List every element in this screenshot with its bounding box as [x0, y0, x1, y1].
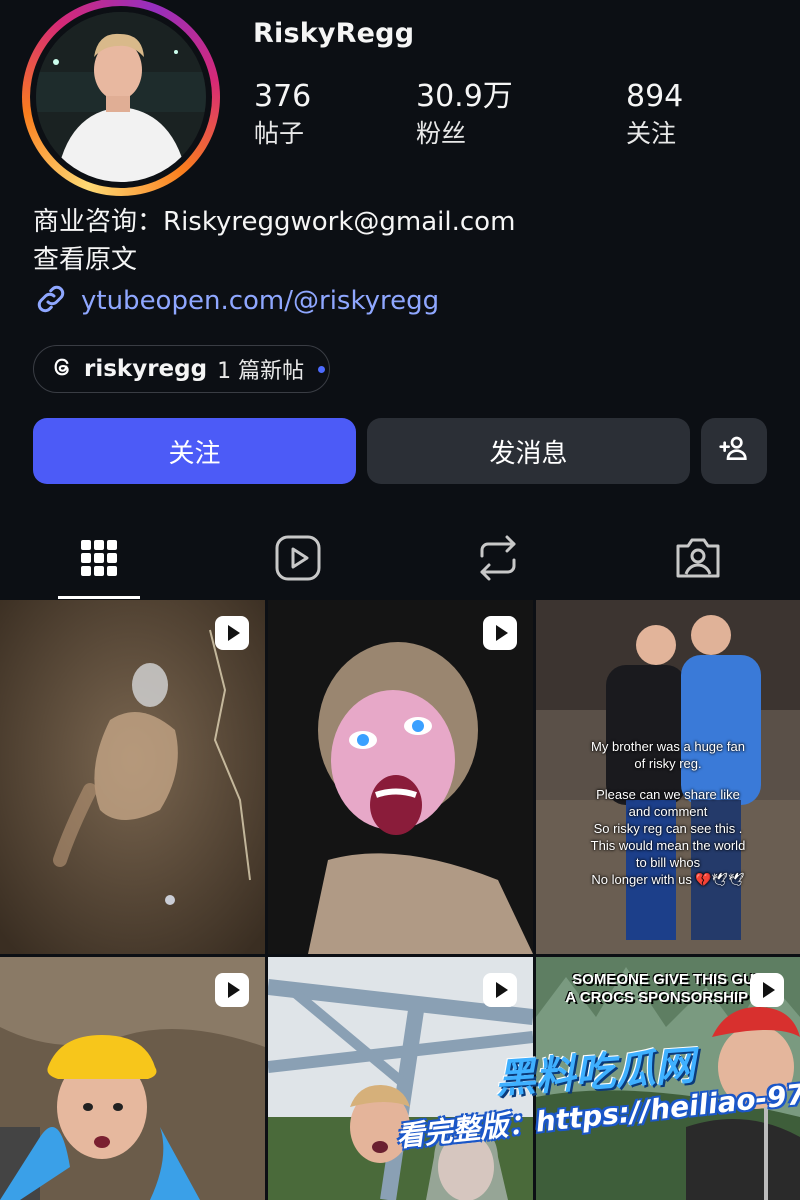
story-ring[interactable] [22, 0, 220, 196]
post-image-mud-face [268, 600, 533, 954]
stat-following[interactable]: 894 关注 [626, 78, 683, 152]
post-caption-overlay: My brother was a huge fan of risky reg. … [590, 739, 746, 887]
stat-following-value: 894 [626, 79, 684, 114]
reels-icon [274, 534, 322, 586]
threads-icon [52, 356, 74, 382]
tagged-icon [674, 534, 722, 586]
profile-link-text: ytubeopen.com/@riskyregg [81, 286, 440, 316]
stat-following-label: 关注 [626, 119, 677, 148]
reel-icon [215, 616, 249, 650]
threads-handle: riskyregg [84, 356, 208, 382]
tab-posts-grid[interactable] [58, 520, 140, 600]
active-tab-indicator [58, 596, 140, 599]
post-image-river [0, 600, 265, 954]
threads-badge[interactable]: riskyregg 1 篇新帖 [33, 345, 330, 393]
threads-unread-dot [318, 365, 326, 373]
tab-tagged[interactable] [657, 520, 739, 600]
message-button[interactable]: 发消息 [367, 418, 690, 484]
post-thumbnail[interactable] [268, 957, 533, 1200]
reel-icon [750, 973, 784, 1007]
see-translation-link[interactable]: 查看原文 [33, 242, 137, 278]
profile-username: RiskyRegg [253, 18, 415, 49]
stat-posts-value: 376 [254, 79, 312, 114]
stat-posts-label: 帖子 [254, 119, 305, 148]
bio-business-contact: 商业咨询：Riskyreggwork@gmail.com [33, 207, 516, 237]
suggest-users-button[interactable] [701, 418, 767, 484]
tab-reels[interactable] [257, 520, 339, 600]
tab-reposts[interactable] [457, 520, 539, 600]
grid-icon [79, 538, 119, 582]
follow-button[interactable]: 关注 [33, 418, 356, 484]
avatar[interactable] [36, 12, 206, 182]
add-person-icon [718, 432, 750, 471]
stat-posts[interactable]: 376 帖子 [254, 78, 311, 152]
reel-icon [215, 973, 249, 1007]
profile-tabs [0, 520, 800, 600]
stat-followers-label: 粉丝 [416, 119, 467, 148]
profile-link[interactable]: ytubeopen.com/@riskyregg [33, 281, 439, 321]
post-thumbnail[interactable] [0, 600, 265, 954]
post-thumbnail[interactable] [0, 957, 265, 1200]
link-icon [33, 281, 69, 321]
post-thumbnail[interactable]: My brother was a huge fan of risky reg. … [536, 600, 800, 954]
stat-followers[interactable]: 30.9万 粉丝 [416, 78, 513, 152]
threads-new-posts: 1 篇新帖 [217, 359, 305, 384]
avatar-photo [36, 12, 206, 182]
reel-icon [483, 616, 517, 650]
reel-icon [483, 973, 517, 1007]
post-thumbnail[interactable] [268, 600, 533, 954]
reposts-icon [476, 534, 520, 586]
stat-followers-value: 30.9万 [416, 79, 513, 114]
